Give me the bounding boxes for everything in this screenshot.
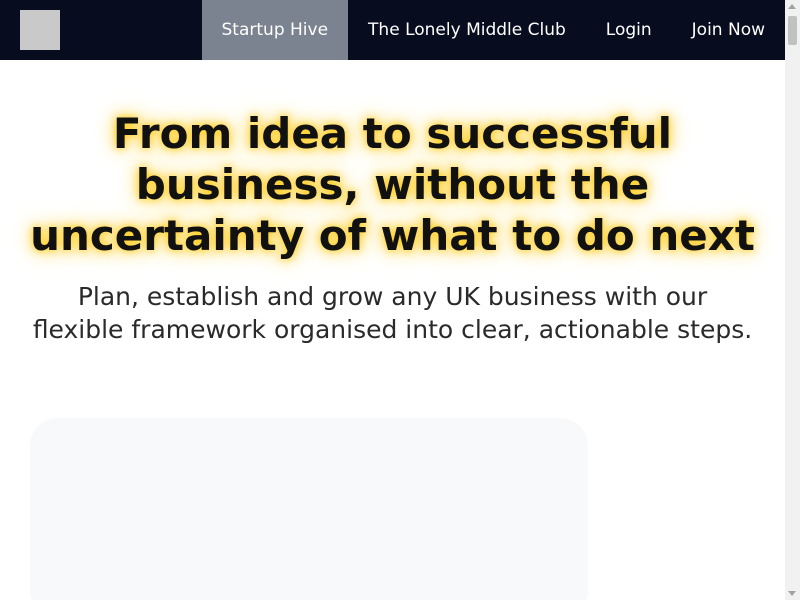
feature-card [30, 418, 588, 600]
scroll-down-arrow-icon[interactable] [788, 591, 796, 596]
scroll-up-arrow-icon[interactable] [788, 4, 796, 9]
logo-placeholder-icon[interactable] [20, 10, 60, 50]
nav-item-login[interactable]: Login [586, 0, 672, 60]
scrollbar-thumb[interactable] [788, 16, 797, 45]
page: Startup Hive The Lonely Middle Club Logi… [0, 0, 785, 600]
hero-title: From idea to successful business, withou… [30, 109, 755, 260]
nav-item-join-now[interactable]: Join Now [672, 0, 785, 60]
top-navbar: Startup Hive The Lonely Middle Club Logi… [0, 0, 785, 60]
nav-item-lonely-middle-club[interactable]: The Lonely Middle Club [348, 0, 586, 60]
hero-subtitle: Plan, establish and grow any UK business… [32, 282, 753, 344]
vertical-scrollbar[interactable] [785, 0, 800, 600]
main-nav: Startup Hive The Lonely Middle Club Logi… [201, 0, 785, 60]
nav-item-startup-hive[interactable]: Startup Hive [201, 0, 349, 60]
